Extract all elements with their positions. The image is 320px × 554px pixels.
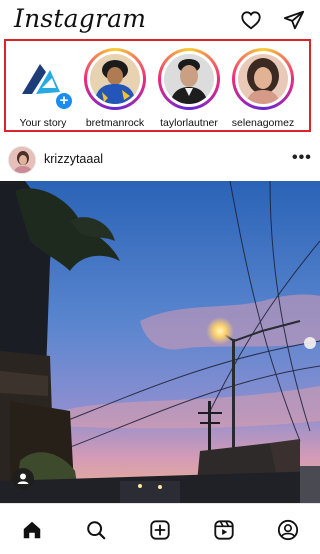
story-label: taylorlautner <box>160 117 218 129</box>
send-icon[interactable] <box>283 9 305 31</box>
more-options-icon[interactable]: ••• <box>292 149 312 167</box>
story-bretmanrock[interactable]: bretmanrock <box>80 47 150 131</box>
create-icon[interactable] <box>149 519 171 541</box>
heart-icon[interactable] <box>240 9 262 31</box>
stories-tray: + Your story bretmanrock taylorlautner s… <box>4 39 311 132</box>
post-author-avatar[interactable] <box>8 146 36 174</box>
story-label: selenagomez <box>231 117 295 129</box>
bottom-tab-bar <box>0 503 320 554</box>
story-ring <box>158 48 220 110</box>
avatar <box>238 54 288 104</box>
avatar <box>90 54 140 104</box>
post-photo-image <box>0 181 320 503</box>
profile-icon[interactable] <box>277 519 299 541</box>
story-ring <box>84 48 146 110</box>
search-icon[interactable] <box>85 519 107 541</box>
post-username[interactable]: krizzytaaal <box>44 152 103 166</box>
home-icon[interactable] <box>21 519 43 541</box>
story-label: bretmanrock <box>85 117 145 129</box>
story-taylorlautner[interactable]: taylorlautner <box>154 47 224 131</box>
story-selenagomez[interactable]: selenagomez <box>228 47 298 131</box>
top-header: Instagram <box>0 0 320 40</box>
story-your-story[interactable]: + Your story <box>8 47 78 131</box>
story-ring <box>232 48 294 110</box>
instagram-logo[interactable]: Instagram <box>14 4 146 33</box>
tagged-people-icon[interactable] <box>12 468 34 490</box>
add-story-plus-icon[interactable]: + <box>54 91 74 111</box>
reels-icon[interactable] <box>213 519 235 541</box>
post-photo[interactable] <box>0 181 320 503</box>
story-label: Your story <box>19 117 67 129</box>
avatar <box>164 54 214 104</box>
post-header: krizzytaaal ••• <box>0 141 320 179</box>
